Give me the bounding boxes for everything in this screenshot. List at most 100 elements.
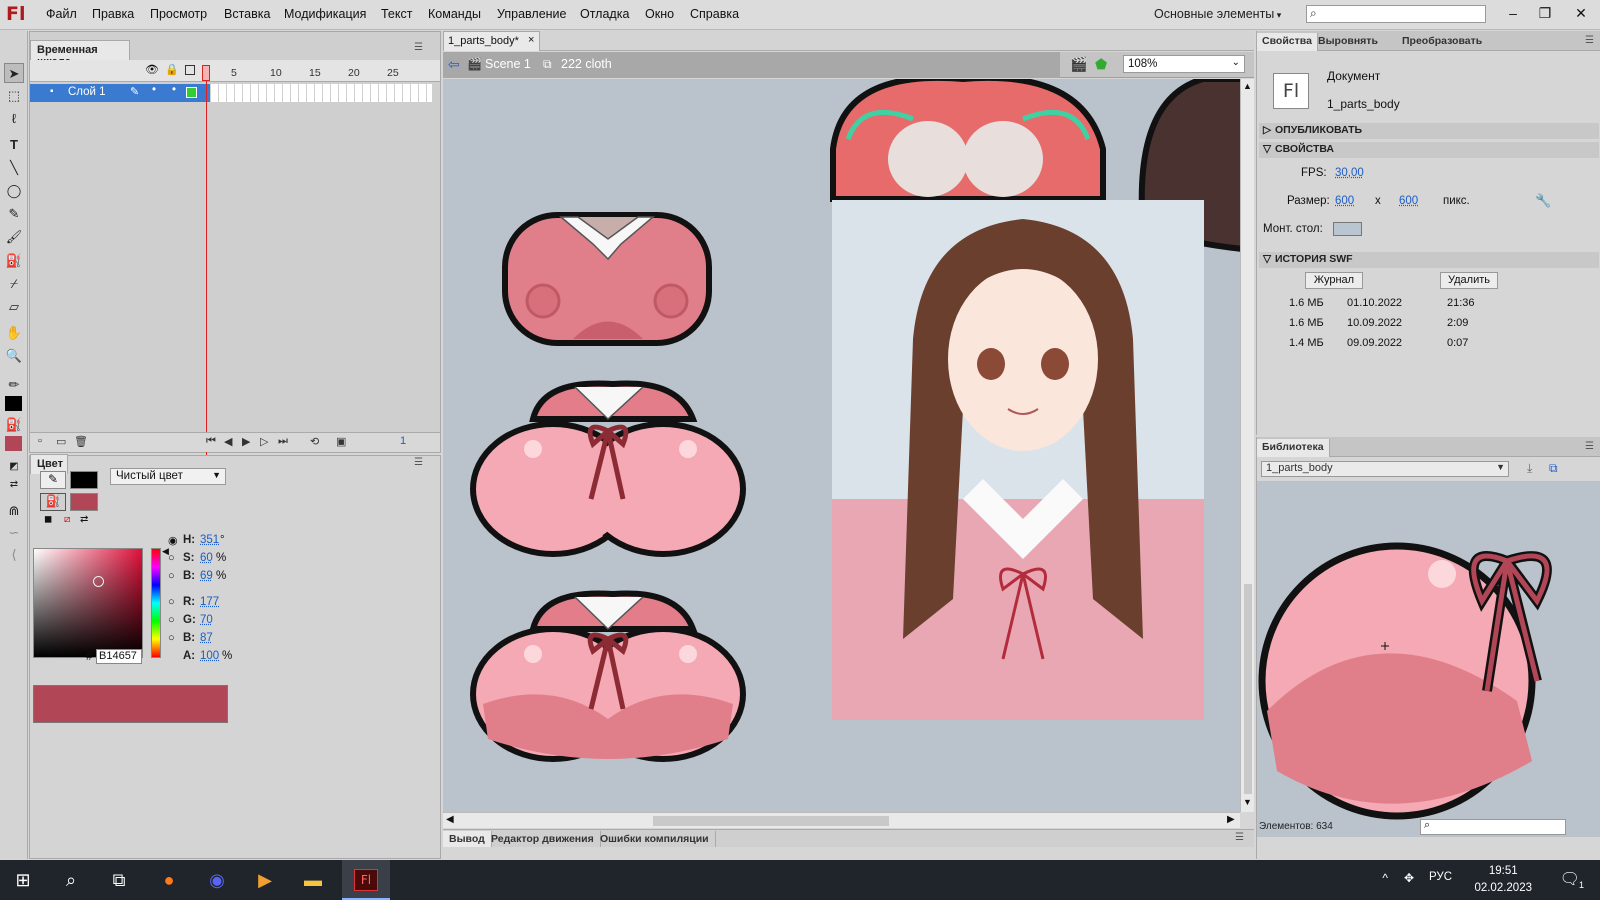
minimize-button[interactable]: – (1497, 0, 1529, 28)
notifications-icon[interactable]: 🗨 (1560, 869, 1580, 889)
eye-icon[interactable]: 👁 (145, 63, 159, 76)
reference-image[interactable] (832, 200, 1204, 720)
radio-s[interactable]: ○ (168, 552, 175, 564)
edit-symbol-icon[interactable]: ⬟ (1095, 56, 1107, 73)
tab-motion-editor[interactable]: Редактор движения (485, 831, 601, 847)
menu-insert[interactable]: Вставка (224, 7, 270, 21)
hand-tool-icon[interactable]: ✋ (4, 323, 24, 343)
close-button[interactable]: ✕ (1565, 0, 1597, 28)
last-frame-icon[interactable]: ⏭ (278, 435, 288, 448)
horizontal-scroll-thumb[interactable] (653, 816, 889, 826)
menu-view[interactable]: Просмотр (150, 7, 207, 21)
wrench-icon[interactable]: 🔧 (1535, 193, 1551, 209)
search-icon[interactable]: ⌕ (58, 868, 84, 892)
media-player-icon[interactable]: ▶ (252, 868, 278, 892)
clock[interactable]: 19:51 02.02.2023 (1474, 863, 1532, 897)
frame-grid[interactable] (211, 84, 432, 102)
panel-menu-icon[interactable]: ☰ (1585, 441, 1594, 452)
scene-crumb[interactable]: Scene 1 (485, 57, 531, 71)
height-value[interactable]: 600 (1399, 195, 1418, 207)
loop-icon[interactable]: ⟲ (310, 435, 319, 448)
menu-control[interactable]: Управление (497, 7, 567, 21)
fill-color-chip[interactable] (70, 493, 98, 511)
timeline-tab[interactable]: Временная шкала (30, 40, 130, 68)
stroke-pencil-icon[interactable]: ✎ (40, 471, 66, 489)
delete-history-button[interactable]: Удалить (1440, 272, 1498, 289)
journal-button[interactable]: Журнал (1305, 272, 1363, 289)
tab-properties[interactable]: Свойства (1257, 33, 1318, 51)
panel-menu-icon[interactable]: ☰ (414, 42, 423, 53)
scroll-right-icon[interactable]: ▶ (1227, 814, 1235, 825)
restore-button[interactable]: ❐ (1529, 0, 1561, 28)
discord-icon[interactable]: ◉ (204, 868, 230, 892)
symbol-crumb[interactable]: 222 cloth (561, 57, 612, 71)
lasso-tool-icon[interactable]: ℓ (4, 109, 24, 129)
current-frame-number[interactable]: 1 (400, 435, 406, 447)
animate-taskbar-button[interactable]: Fl (342, 860, 390, 900)
stroke-color-swatch[interactable] (5, 396, 22, 411)
oval-tool-icon[interactable]: ◯ (4, 181, 24, 201)
library-search-input[interactable]: ⌕ (1420, 819, 1566, 835)
tab-transform[interactable]: Преобразовать (1397, 33, 1487, 49)
radio-blue[interactable]: ○ (168, 632, 175, 644)
top-clothing-piece[interactable] (830, 79, 1106, 202)
body-shape-1[interactable] (502, 212, 712, 346)
stage-color-swatch[interactable] (1333, 222, 1362, 236)
eraser-tool-icon[interactable]: ▱ (4, 297, 24, 317)
workspace-switcher[interactable]: Основные элементы (1154, 7, 1281, 21)
first-frame-icon[interactable]: ⏮ (206, 435, 216, 448)
tab-library[interactable]: Библиотека (1257, 439, 1330, 457)
firefox-icon[interactable]: ● (156, 868, 182, 892)
body-shape-3[interactable] (470, 590, 746, 762)
tray-chevron-icon[interactable]: ^ (1382, 871, 1388, 885)
tab-align[interactable]: Выровнять (1313, 33, 1383, 49)
swf-history-header[interactable]: ▽ ИСТОРИЯ SWF (1259, 252, 1599, 268)
edit-scene-icon[interactable]: 🎬 (1070, 56, 1087, 73)
color-picker-handle[interactable] (93, 576, 104, 587)
stroke-color-chip[interactable] (70, 471, 98, 489)
scroll-left-icon[interactable]: ◀ (446, 814, 454, 825)
saturation-value[interactable]: 60 (200, 552, 213, 564)
delete-layer-icon[interactable]: 🗑 (74, 435, 88, 448)
swap-colors-icon[interactable]: ⇄ (80, 514, 88, 525)
brightness-value[interactable]: 69 (200, 570, 213, 582)
vertical-scroll-thumb[interactable] (1244, 584, 1252, 794)
straighten-icon[interactable]: ⟨ (4, 545, 24, 565)
radio-g[interactable]: ○ (168, 614, 175, 626)
menu-modify[interactable]: Модификация (284, 7, 366, 21)
tab-compiler-errors[interactable]: Ошибки компиляции (594, 831, 716, 847)
properties-section-header[interactable]: ▽ СВОЙСТВА (1259, 142, 1599, 158)
lock-icon[interactable]: 🔒 (165, 63, 179, 76)
dropbox-icon[interactable]: ✥ (1404, 871, 1414, 885)
stroke-color-icon[interactable]: ✏ (4, 375, 24, 395)
radio-b[interactable]: ○ (168, 570, 175, 582)
fill-color-icon[interactable]: ⛽ (4, 415, 24, 435)
eyedropper-tool-icon[interactable]: ⌿ (4, 274, 24, 294)
publish-section-header[interactable]: ▷ ОПУБЛИКОВАТЬ (1259, 123, 1599, 139)
default-colors-icon[interactable]: ◩ (4, 457, 24, 477)
panel-menu-icon[interactable]: ☰ (1235, 832, 1244, 843)
saturation-brightness-picker[interactable] (33, 548, 143, 658)
panel-menu-icon[interactable]: ☰ (414, 457, 423, 468)
menu-edit[interactable]: Правка (92, 7, 134, 21)
blue-value[interactable]: 87 (200, 632, 213, 644)
onion-skin-icon[interactable]: ▣ (336, 435, 346, 448)
library-document-select[interactable]: 1_parts_body ▼ (1261, 461, 1509, 477)
task-view-icon[interactable]: ⧉ (106, 868, 132, 892)
fill-bucket-icon[interactable]: ⛽ (40, 493, 66, 511)
new-folder-icon[interactable]: ▭ (56, 435, 66, 448)
menu-debug[interactable]: Отладка (580, 7, 629, 21)
playhead[interactable] (206, 65, 213, 455)
black-white-icon[interactable]: ◼ (44, 514, 52, 525)
line-tool-icon[interactable]: ╲ (4, 158, 24, 178)
new-layer-icon[interactable]: ▫ (38, 435, 42, 447)
radio-h[interactable]: ◉ (168, 534, 178, 547)
fill-color-swatch[interactable] (5, 436, 22, 451)
play-icon[interactable]: ▶ (242, 435, 250, 448)
pencil-tool-icon[interactable]: ✎ (4, 204, 24, 224)
radio-r[interactable]: ○ (168, 596, 175, 608)
text-tool-icon[interactable]: T (4, 135, 24, 155)
swap-colors-icon[interactable]: ⇄ (4, 475, 24, 495)
menu-text[interactable]: Текст (381, 7, 412, 21)
no-color-icon[interactable]: ⧄ (64, 514, 70, 525)
